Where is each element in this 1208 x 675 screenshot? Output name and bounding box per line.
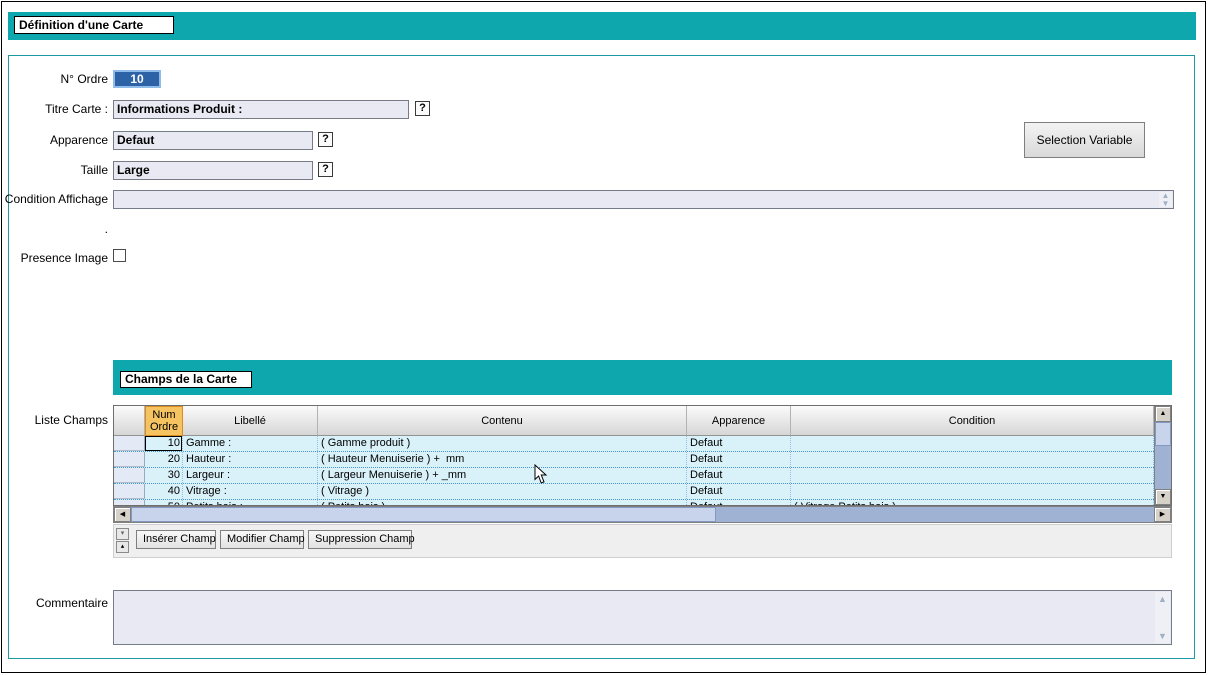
scroll-right-icon: ▶ [1160,511,1165,518]
table-row[interactable]: 10 Gamme : ( Gamme produit ) Defaut [114,436,1154,452]
grid-toolbar: ▾ ▴ Insérer Champ Modifier Champ Suppres… [113,524,1172,558]
row-selector[interactable] [114,436,145,451]
grid-body: Num Ordre Libellé Contenu Apparence Cond… [114,406,1154,505]
presence-image-label: Presence Image [0,251,108,265]
cell-condition[interactable] [791,436,1154,451]
horizontal-scroll-thumb[interactable] [131,507,716,522]
column-header-contenu[interactable]: Contenu [318,406,687,436]
titre-carte-input[interactable]: Informations Produit : [113,100,409,119]
cell-condition[interactable] [791,468,1154,483]
commentaire-scrollbar[interactable]: ▲ ▼ [1155,592,1170,643]
commentaire-label: Commentaire [0,596,108,610]
cell-contenu[interactable]: ( Gamme produit ) [318,436,687,451]
liste-champs-label: Liste Champs [0,413,108,427]
commentaire-textarea[interactable]: ▲ ▼ [113,590,1172,645]
suppression-champ-button[interactable]: Suppression Champ [308,530,412,549]
table-row-clipped[interactable]: 50 Petits bois : ( Petits bois ) Defaut … [114,500,1154,505]
cell-num[interactable]: 20 [145,452,183,467]
spinner-down-icon: ▼ [1162,199,1170,208]
cell-condition[interactable]: ( Vitrage Petits bois ) [791,500,1154,505]
small-up-icon: ▴ [121,543,125,550]
dot-label: . [0,222,108,236]
condition-affichage-input[interactable]: ▲ ▼ [113,190,1174,209]
cell-libelle[interactable]: Vitrage : [183,484,318,499]
cell-num[interactable]: 50 [145,500,183,505]
scroll-left-button[interactable]: ◀ [114,507,131,522]
scroll-down-icon: ▼ [1160,493,1167,500]
titre-help-button[interactable]: ? [415,101,430,116]
titre-label: Titre Carte : [0,102,108,116]
taille-help-button[interactable]: ? [318,162,333,177]
condition-affichage-label: Condition Affichage [0,192,108,206]
cell-num[interactable]: 10 [145,436,183,451]
cell-condition[interactable] [791,452,1154,467]
row-selector[interactable] [114,468,145,483]
table-row[interactable]: 40 Vitrage : ( Vitrage ) Defaut [114,484,1154,500]
condition-spinner[interactable]: ▲ ▼ [1159,192,1172,207]
grid-header-row: Num Ordre Libellé Contenu Apparence Cond… [114,406,1154,436]
selection-variable-button[interactable]: Selection Variable [1024,122,1145,158]
title-bar [8,12,1196,40]
cell-contenu[interactable]: ( Petits bois ) [318,500,687,505]
presence-image-checkbox[interactable] [113,249,126,262]
champs-section-title: Champs de la Carte [120,371,252,388]
row-selector[interactable] [114,484,145,499]
scroll-up-button[interactable]: ▲ [1155,406,1171,422]
modifier-champ-button[interactable]: Modifier Champ [220,530,304,549]
ordre-label: N° Ordre [0,72,108,86]
cell-libelle[interactable]: Gamme : [183,436,318,451]
cell-num[interactable]: 30 [145,468,183,483]
column-header-condition[interactable]: Condition [791,406,1154,436]
taille-input[interactable]: Large [113,161,313,180]
grid-corner-cell[interactable] [114,406,145,436]
apparence-input[interactable]: Defaut [113,131,313,150]
mouse-cursor-icon [534,464,548,485]
apparence-help-button[interactable]: ? [318,132,333,147]
vertical-scrollbar[interactable]: ▲ ▼ [1154,406,1171,505]
column-header-libelle[interactable]: Libellé [183,406,318,436]
column-header-num-ordre[interactable]: Num Ordre [145,406,183,436]
cell-contenu[interactable]: ( Hauteur Menuiserie ) + mm [318,452,687,467]
cell-apparence[interactable]: Defaut [687,436,791,451]
page-title: Définition d'une Carte [14,16,174,34]
cell-contenu[interactable]: ( Largeur Menuiserie ) + _mm [318,468,687,483]
cell-libelle[interactable]: Largeur : [183,468,318,483]
scroll-right-button[interactable]: ▶ [1154,507,1171,522]
cell-apparence[interactable]: Defaut [687,468,791,483]
cell-apparence[interactable]: Defaut [687,484,791,499]
ordre-input[interactable]: 10 [113,70,161,88]
vertical-scroll-thumb[interactable] [1155,422,1171,446]
horizontal-scrollbar[interactable]: ◀ ▶ [113,506,1172,523]
apparence-label: Apparence [0,133,108,147]
cell-apparence[interactable]: Defaut [687,452,791,467]
comment-scroll-down-icon: ▼ [1155,631,1170,641]
table-row[interactable]: 20 Hauteur : ( Hauteur Menuiserie ) + mm… [114,452,1154,468]
champs-grid: Num Ordre Libellé Contenu Apparence Cond… [113,405,1172,506]
comment-scroll-up-icon: ▲ [1155,594,1170,604]
scroll-up-icon: ▲ [1160,410,1167,417]
taille-label: Taille [0,163,108,177]
spin-down-button[interactable]: ▾ [116,528,129,540]
cell-apparence[interactable]: Defaut [687,500,791,505]
cell-contenu[interactable]: ( Vitrage ) [318,484,687,499]
row-selector[interactable] [114,500,145,505]
scroll-left-icon: ◀ [120,511,125,518]
small-down-icon: ▾ [121,530,125,537]
cell-num[interactable]: 40 [145,484,183,499]
row-selector[interactable] [114,452,145,467]
champs-section-bar: Champs de la Carte [113,360,1172,395]
cell-libelle[interactable]: Petits bois : [183,500,318,505]
cell-libelle[interactable]: Hauteur : [183,452,318,467]
inserer-champ-button[interactable]: Insérer Champ [136,530,216,549]
column-header-apparence[interactable]: Apparence [687,406,791,436]
cell-condition[interactable] [791,484,1154,499]
table-row[interactable]: 30 Largeur : ( Largeur Menuiserie ) + _m… [114,468,1154,484]
scroll-down-button[interactable]: ▼ [1155,489,1171,505]
spin-up-button[interactable]: ▴ [116,541,129,553]
